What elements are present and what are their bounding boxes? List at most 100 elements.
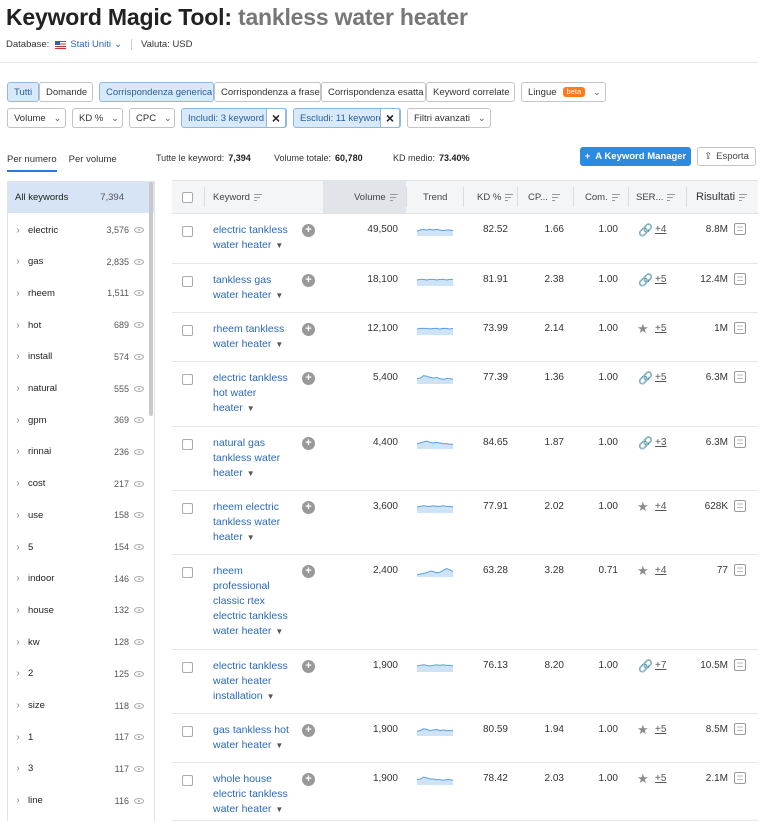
eye-icon[interactable] <box>134 544 144 550</box>
checkbox[interactable] <box>182 726 193 737</box>
sidebar-scrollbar[interactable] <box>149 182 153 416</box>
filter-domande[interactable]: Domande <box>39 82 93 102</box>
add-to-list-icon[interactable]: + <box>302 501 315 514</box>
chevron-right-icon[interactable]: › <box>8 795 28 806</box>
caret-down-icon[interactable]: ▼ <box>275 627 283 636</box>
filter-tutti[interactable]: Tutti <box>7 82 39 102</box>
sidebar-item-kw[interactable]: › kw 128 <box>8 632 148 652</box>
column-trend[interactable]: Trend <box>423 181 447 213</box>
add-to-list-icon[interactable]: + <box>302 372 315 385</box>
checkbox[interactable] <box>182 567 193 578</box>
caret-down-icon[interactable]: ▼ <box>275 241 283 250</box>
add-to-list-icon[interactable]: + <box>302 437 315 450</box>
star-icon[interactable]: ★ <box>637 771 649 787</box>
row-checkbox[interactable] <box>182 662 193 676</box>
column-serp[interactable]: SER... <box>636 181 676 213</box>
serp-features-link[interactable]: +7 <box>655 660 666 671</box>
chevron-right-icon[interactable]: › <box>8 668 28 679</box>
checkbox[interactable] <box>182 662 193 673</box>
chevron-right-icon[interactable]: › <box>8 288 28 299</box>
sidebar-item-natural[interactable]: › natural 555 <box>8 379 148 399</box>
serp-document-icon[interactable] <box>734 273 746 285</box>
link-icon[interactable]: 🔗 <box>638 659 653 673</box>
chevron-right-icon[interactable]: › <box>8 637 28 648</box>
row-checkbox[interactable] <box>182 226 193 240</box>
close-icon[interactable]: × <box>266 108 286 128</box>
sidebar-item-1[interactable]: › 1 117 <box>8 727 148 747</box>
sidebar-item-use[interactable]: › use 158 <box>8 505 148 525</box>
keyword-link[interactable]: rheem electric tankless water heater ▼ <box>213 500 297 545</box>
caret-down-icon[interactable]: ▼ <box>247 533 255 542</box>
sidebar-item-5[interactable]: › 5 154 <box>8 537 148 557</box>
sidebar-item-hot[interactable]: › hot 689 <box>8 315 148 335</box>
sidebar-item-gas[interactable]: › gas 2,835 <box>8 252 148 272</box>
exclude-filter[interactable]: Escludi: 11 keyword × <box>293 108 401 128</box>
close-icon[interactable]: × <box>380 108 400 128</box>
eye-icon[interactable] <box>134 322 144 329</box>
star-icon[interactable]: ★ <box>637 722 649 738</box>
sidebar-item-gpm[interactable]: › gpm 369 <box>8 410 148 430</box>
caret-down-icon[interactable]: ▼ <box>267 692 275 701</box>
serp-features-link[interactable]: +5 <box>655 323 666 334</box>
serp-features-link[interactable]: +4 <box>655 501 666 512</box>
serp-document-icon[interactable] <box>734 772 746 784</box>
serp-document-icon[interactable] <box>734 723 746 735</box>
column-results[interactable]: Risultati <box>696 181 748 213</box>
link-icon[interactable]: 🔗 <box>638 371 653 385</box>
keyword-link[interactable]: natural gas tankless water heater ▼ <box>213 436 297 481</box>
caret-down-icon[interactable]: ▼ <box>275 741 283 750</box>
chevron-right-icon[interactable]: › <box>8 256 28 267</box>
link-icon[interactable]: 🔗 <box>638 273 653 287</box>
column-kd[interactable]: KD % <box>477 181 514 213</box>
column-keyword[interactable]: Keyword <box>213 181 262 213</box>
column-cpc[interactable]: CP... <box>528 181 560 213</box>
checkbox[interactable] <box>182 276 193 287</box>
star-icon[interactable]: ★ <box>637 321 649 337</box>
filter-related[interactable]: Keyword correlate <box>426 82 515 102</box>
keyword-link[interactable]: gas tankless hot water heater ▼ <box>213 723 297 753</box>
chevron-right-icon[interactable]: › <box>8 383 28 394</box>
serp-document-icon[interactable] <box>734 500 746 512</box>
eye-icon[interactable] <box>134 639 144 646</box>
eye-icon[interactable] <box>134 385 144 392</box>
sidebar-item-install[interactable]: › install 574 <box>8 347 148 367</box>
volume-filter[interactable]: Volume ⌄ <box>7 108 66 128</box>
row-checkbox[interactable] <box>182 503 193 517</box>
add-to-list-icon[interactable]: + <box>302 224 315 237</box>
row-checkbox[interactable] <box>182 775 193 789</box>
serp-document-icon[interactable] <box>734 564 746 576</box>
kd-filter[interactable]: KD % ⌄ <box>72 108 123 128</box>
chevron-right-icon[interactable]: › <box>8 225 28 236</box>
add-to-list-icon[interactable]: + <box>302 773 315 786</box>
serp-features-link[interactable]: +5 <box>655 274 666 285</box>
filter-phrase-match[interactable]: Corrispondenza a frase <box>214 82 321 102</box>
serp-features-link[interactable]: +5 <box>655 724 666 735</box>
add-to-list-icon[interactable]: + <box>302 660 315 673</box>
eye-icon[interactable] <box>134 227 144 233</box>
checkbox[interactable] <box>182 374 193 385</box>
eye-icon[interactable] <box>134 353 144 360</box>
link-icon[interactable]: 🔗 <box>638 436 653 450</box>
checkbox[interactable] <box>182 503 193 514</box>
row-checkbox[interactable] <box>182 374 193 388</box>
row-checkbox[interactable] <box>182 276 193 290</box>
eye-icon[interactable] <box>134 448 144 455</box>
keyword-manager-button[interactable]: + A Keyword Manager <box>580 147 691 166</box>
chevron-right-icon[interactable]: › <box>8 415 28 426</box>
eye-icon[interactable] <box>134 417 144 424</box>
serp-document-icon[interactable] <box>734 436 746 448</box>
sidebar-item-house[interactable]: › house 132 <box>8 600 148 620</box>
chevron-right-icon[interactable]: › <box>8 542 28 553</box>
eye-icon[interactable] <box>134 765 144 772</box>
languages-dropdown[interactable]: Lingue beta ⌄ <box>521 82 606 102</box>
caret-down-icon[interactable]: ▼ <box>275 340 283 349</box>
sidebar-item-3[interactable]: › 3 117 <box>8 759 148 779</box>
eye-icon[interactable] <box>134 607 144 614</box>
serp-document-icon[interactable] <box>734 223 746 235</box>
chevron-right-icon[interactable]: › <box>8 351 28 362</box>
caret-down-icon[interactable]: ▼ <box>247 404 255 413</box>
eye-icon[interactable] <box>134 734 144 741</box>
keyword-link[interactable]: electric tankless water heater installat… <box>213 659 297 704</box>
keyword-link[interactable]: rheem tankless water heater ▼ <box>213 322 297 352</box>
sidebar-item-size[interactable]: › size 118 <box>8 696 148 716</box>
